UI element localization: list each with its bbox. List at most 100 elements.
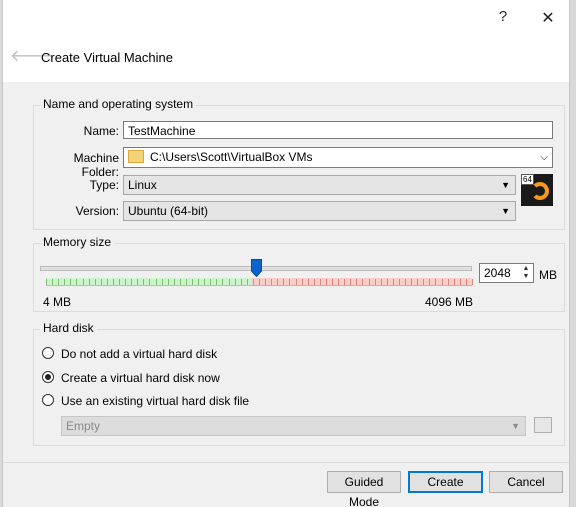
memory-scale-tick xyxy=(308,279,309,285)
memory-scale-tick xyxy=(89,279,90,285)
memory-scale-tick xyxy=(83,279,84,285)
memory-scale-tick xyxy=(76,279,77,285)
create-button[interactable]: Create xyxy=(408,471,483,493)
memory-scale-tick xyxy=(332,279,333,285)
existing-disk-radio[interactable] xyxy=(42,394,54,406)
memory-scale-tick xyxy=(143,279,144,285)
memory-scale-tick xyxy=(119,279,120,285)
back-arrow-icon[interactable]: 🡐 xyxy=(10,45,53,65)
memory-scale-tick xyxy=(375,279,376,285)
choose-disk-icon xyxy=(534,417,552,433)
memory-scale-tick xyxy=(131,279,132,285)
guided-mode-button[interactable]: Guided Mode xyxy=(327,471,401,507)
create-disk-radio[interactable] xyxy=(42,371,54,383)
memory-scale-tick xyxy=(283,279,284,285)
memory-scale-tick xyxy=(101,279,102,285)
hard-disk-group-title: Hard disk xyxy=(40,321,97,335)
spin-up-icon[interactable]: ▲ xyxy=(520,265,532,273)
create-disk-label[interactable]: Create a virtual hard disk now xyxy=(61,371,220,385)
spin-down-icon[interactable]: ▼ xyxy=(520,273,532,281)
memory-scale-tick xyxy=(448,279,449,285)
memory-scale-tick xyxy=(320,279,321,285)
memory-scale-tick xyxy=(314,279,315,285)
memory-scale-tick xyxy=(259,279,260,285)
name-input[interactable]: TestMachine xyxy=(123,121,553,139)
memory-scale-tick xyxy=(247,279,248,285)
memory-max-label: 4096 MB xyxy=(424,295,473,309)
memory-scale-tick xyxy=(466,279,467,285)
memory-scale-tick xyxy=(70,279,71,285)
memory-scale-tick xyxy=(350,279,351,285)
memory-group-title: Memory size xyxy=(40,235,115,249)
memory-scale-tick xyxy=(435,279,436,285)
memory-scale-tick xyxy=(241,279,242,285)
memory-scale-tick xyxy=(52,279,53,285)
no-disk-radio[interactable] xyxy=(42,347,54,359)
memory-scale-tick xyxy=(46,279,47,285)
memory-scale-tick xyxy=(162,279,163,285)
dropdown-arrow-icon: ▼ xyxy=(501,206,510,216)
page-title: Create Virtual Machine xyxy=(41,50,173,65)
memory-scale-tick xyxy=(113,279,114,285)
existing-disk-select: Empty ▼ xyxy=(61,416,526,436)
version-label: Version: xyxy=(75,204,119,218)
memory-scale-tick xyxy=(362,279,363,285)
name-os-group-title: Name and operating system xyxy=(40,97,197,111)
memory-scale-tick xyxy=(387,279,388,285)
memory-value: 2048 xyxy=(484,266,511,280)
memory-spinbox[interactable]: 2048 ▲ ▼ xyxy=(479,263,534,283)
machine-folder-combo[interactable]: C:\Users\Scott\VirtualBox VMs ⌵ xyxy=(123,147,553,168)
memory-min-label: 4 MB xyxy=(43,295,72,309)
memory-scale-tick xyxy=(423,279,424,285)
folder-icon xyxy=(128,150,144,164)
help-button[interactable]: ? xyxy=(491,8,515,28)
memory-scale-tick xyxy=(417,279,418,285)
memory-scale-tick xyxy=(125,279,126,285)
dropdown-arrow-icon: ▼ xyxy=(511,421,520,431)
memory-scale-tick xyxy=(192,279,193,285)
memory-scale-tick xyxy=(253,279,254,285)
memory-scale-tick xyxy=(222,279,223,285)
memory-slider-handle[interactable] xyxy=(251,259,262,277)
type-select[interactable]: Linux ▼ xyxy=(123,175,516,195)
memory-scale-tick xyxy=(149,279,150,285)
memory-scale-tick xyxy=(369,279,370,285)
version-value: Ubuntu (64-bit) xyxy=(128,204,209,218)
machine-folder-label: Machine Folder: xyxy=(73,151,119,179)
memory-scale-tick xyxy=(137,279,138,285)
memory-scale-tick xyxy=(442,279,443,285)
memory-scale-tick xyxy=(460,279,461,285)
existing-disk-label[interactable]: Use an existing virtual hard disk file xyxy=(61,394,249,408)
memory-scale-tick xyxy=(454,279,455,285)
memory-scale-tick xyxy=(411,279,412,285)
memory-scale-tick xyxy=(58,279,59,285)
memory-scale-tick xyxy=(271,279,272,285)
memory-scale-tick xyxy=(405,279,406,285)
type-label: Type: xyxy=(89,178,119,192)
version-select[interactable]: Ubuntu (64-bit) ▼ xyxy=(123,201,516,221)
chevron-down-icon: ⌵ xyxy=(540,152,548,163)
memory-scale-tick xyxy=(429,279,430,285)
memory-scale-tick xyxy=(296,279,297,285)
memory-scale-tick xyxy=(95,279,96,285)
memory-scale-tick xyxy=(229,279,230,285)
close-button[interactable]: ✕ xyxy=(536,8,560,28)
memory-scale-tick xyxy=(338,279,339,285)
memory-scale-tick xyxy=(356,279,357,285)
memory-scale-tick xyxy=(198,279,199,285)
memory-scale-tick xyxy=(472,279,473,285)
memory-scale-tick xyxy=(302,279,303,285)
name-label: Name: xyxy=(83,124,119,138)
memory-scale-tick xyxy=(235,279,236,285)
memory-scale-tick xyxy=(180,279,181,285)
wizard-header: 🡐 Create Virtual Machine xyxy=(3,36,569,82)
memory-scale-tick xyxy=(186,279,187,285)
memory-scale-tick xyxy=(326,279,327,285)
no-disk-label[interactable]: Do not add a virtual hard disk xyxy=(61,347,217,361)
cancel-button[interactable]: Cancel xyxy=(489,471,563,493)
ubuntu-64-icon: 64 xyxy=(521,174,553,206)
os-logo xyxy=(531,182,549,200)
memory-scale-tick xyxy=(64,279,65,285)
memory-scale-tick xyxy=(168,279,169,285)
memory-scale-tick xyxy=(210,279,211,285)
